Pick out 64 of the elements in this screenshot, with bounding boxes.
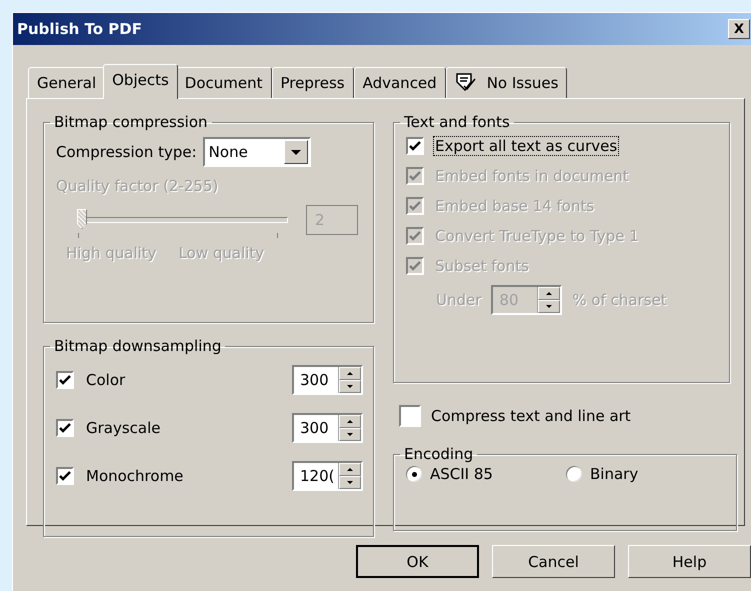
group-title: Bitmap downsampling bbox=[53, 337, 222, 355]
checkbox[interactable] bbox=[56, 371, 74, 389]
tab[interactable]: Prepress bbox=[272, 67, 354, 98]
checkbox-label: Grayscale bbox=[86, 419, 161, 437]
spinner-value: 120( bbox=[299, 467, 336, 485]
spin-up-button[interactable] bbox=[339, 463, 361, 476]
checkbox-label: Color bbox=[86, 371, 126, 389]
checkbox-label: Monochrome bbox=[86, 467, 184, 485]
radio-label: Binary bbox=[590, 465, 638, 483]
compression-dropdown[interactable]: None bbox=[202, 137, 311, 167]
radio-button[interactable] bbox=[406, 466, 422, 482]
down-arrow-icon bbox=[347, 481, 353, 484]
down-arrow-icon bbox=[347, 433, 353, 436]
checkbox[interactable] bbox=[406, 137, 424, 155]
tab[interactable]: General bbox=[28, 67, 106, 98]
dialog-button[interactable]: OK bbox=[356, 545, 479, 578]
window-title: Publish To PDF bbox=[17, 20, 142, 38]
down-arrow-icon bbox=[290, 150, 301, 154]
spinner-value: 300 bbox=[299, 419, 330, 437]
checkbox[interactable] bbox=[56, 467, 74, 485]
close-button[interactable]: X bbox=[728, 19, 750, 39]
spinner-value: 300 bbox=[299, 371, 330, 389]
check-icon bbox=[59, 375, 71, 385]
up-arrow-icon bbox=[347, 468, 353, 471]
number-spinner[interactable]: 120( bbox=[292, 461, 363, 491]
dialog-button[interactable]: Help bbox=[628, 545, 751, 578]
spin-down-button[interactable] bbox=[538, 300, 560, 313]
group-title: Bitmap compression bbox=[53, 113, 209, 131]
tab[interactable]: Document bbox=[176, 67, 272, 98]
check-icon bbox=[59, 423, 71, 433]
dialog-button[interactable]: Cancel bbox=[492, 545, 615, 578]
down-arrow-icon bbox=[546, 305, 552, 308]
tab[interactable]: Advanced bbox=[354, 67, 446, 98]
group-title: Encoding bbox=[403, 445, 474, 463]
check-icon bbox=[409, 171, 421, 181]
checkbox-label: Compress text and line art bbox=[431, 407, 631, 425]
spin-down-button[interactable] bbox=[339, 476, 361, 489]
group-title: Text and fonts bbox=[403, 113, 511, 131]
number-spinner[interactable]: 300 bbox=[292, 413, 363, 443]
checkbox-label: Export all text as curves bbox=[434, 137, 618, 155]
check-icon bbox=[59, 471, 71, 481]
radio-label: ASCII 85 bbox=[430, 465, 493, 483]
check-icon bbox=[409, 231, 421, 241]
field-label: Compression type: bbox=[56, 143, 197, 161]
up-arrow-icon bbox=[347, 420, 353, 423]
number-spinner[interactable]: 300 bbox=[292, 365, 363, 395]
checkbox[interactable] bbox=[399, 405, 421, 427]
up-arrow-icon bbox=[347, 372, 353, 375]
spin-up-button[interactable] bbox=[339, 415, 361, 428]
spin-up-button[interactable] bbox=[538, 287, 560, 300]
up-arrow-icon bbox=[546, 292, 552, 295]
check-icon bbox=[409, 261, 421, 271]
checkbox[interactable] bbox=[56, 419, 74, 437]
dropdown-button[interactable] bbox=[284, 140, 308, 164]
radio-button[interactable] bbox=[566, 466, 582, 482]
down-arrow-icon bbox=[347, 385, 353, 388]
check-icon bbox=[409, 141, 421, 151]
tab[interactable]: Objects bbox=[103, 64, 178, 99]
tab[interactable]: No Issues bbox=[446, 67, 568, 98]
check-icon bbox=[409, 201, 421, 211]
checklist-icon bbox=[454, 73, 477, 93]
spin-down-button[interactable] bbox=[339, 428, 361, 441]
spin-up-button[interactable] bbox=[339, 367, 361, 380]
spin-down-button[interactable] bbox=[339, 380, 361, 393]
